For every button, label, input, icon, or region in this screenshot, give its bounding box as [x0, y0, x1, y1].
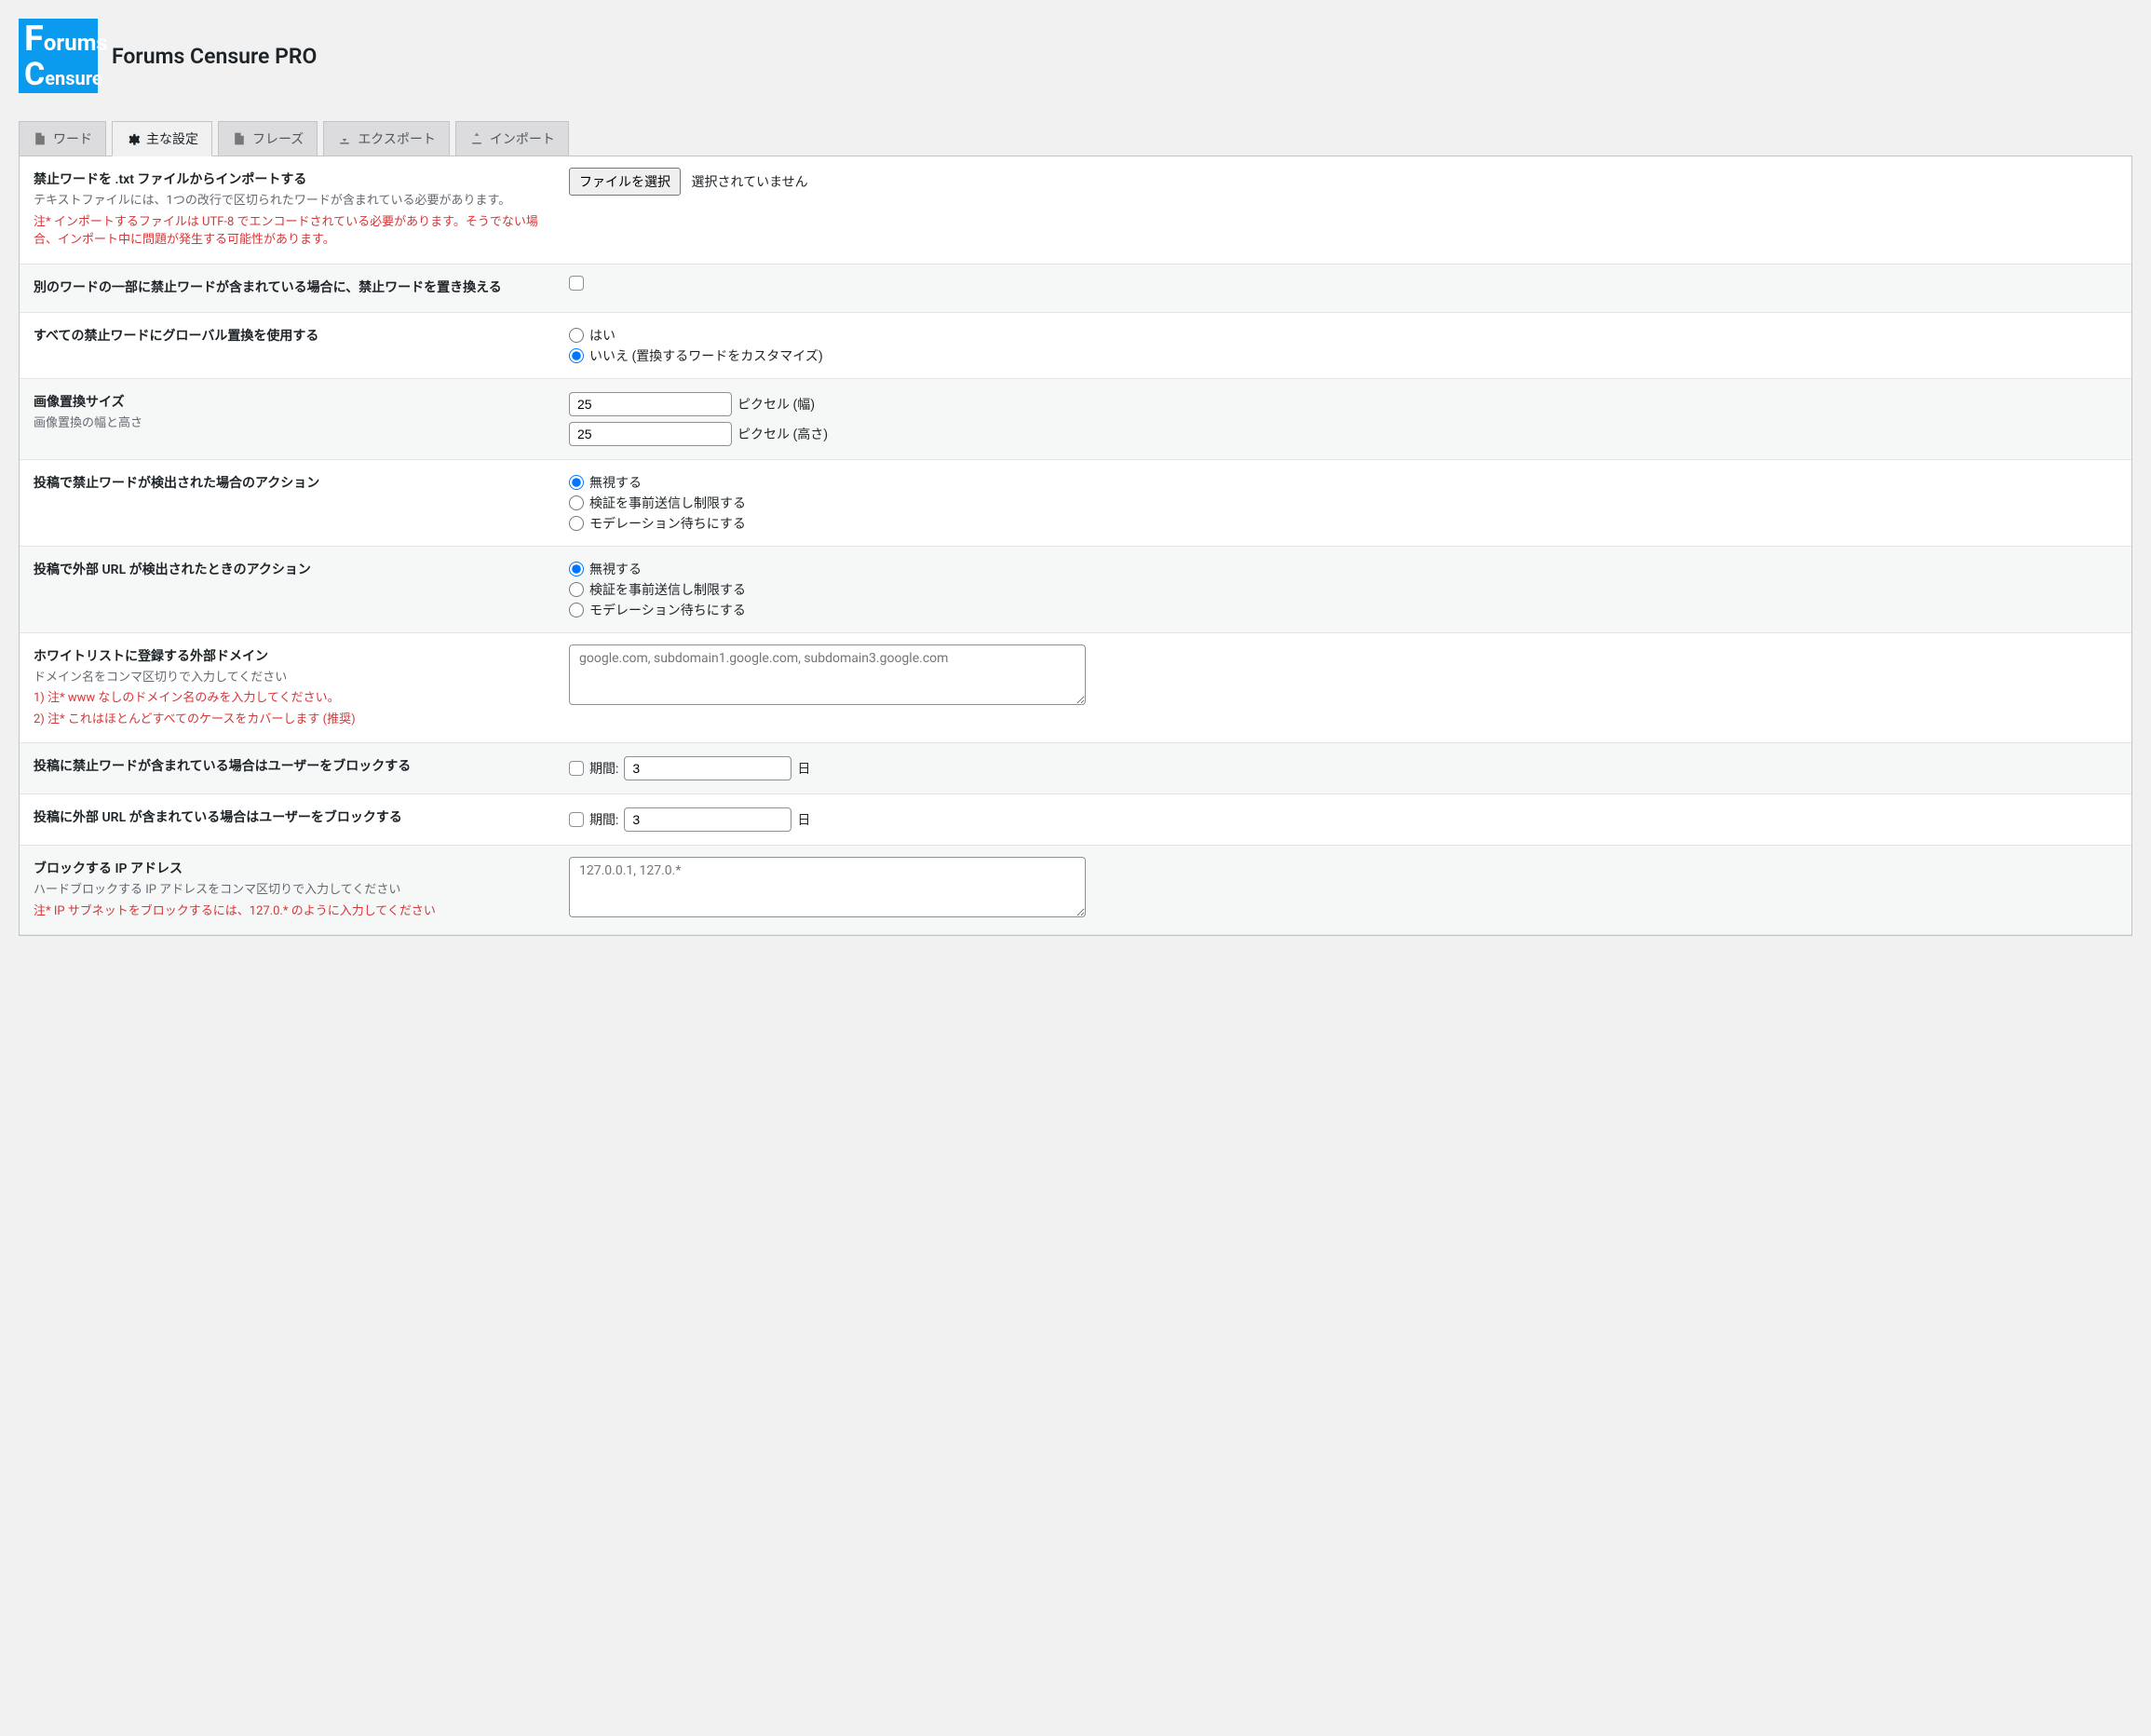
checkbox-block-word[interactable]	[569, 761, 584, 776]
label-whitelist: ホワイトリストに登録する外部ドメイン	[34, 647, 550, 667]
gear-icon	[126, 131, 141, 146]
radio-global-yes[interactable]	[569, 328, 584, 343]
document-icon	[33, 131, 47, 146]
radio-url-ignore[interactable]	[569, 562, 584, 576]
row-block-url-user: 投稿に外部 URL が含まれている場合はユーザーをブロックする 期間: 日	[20, 794, 2131, 846]
row-whitelist: ホワイトリストに登録する外部ドメイン ドメイン名をコンマ区切りで入力してください…	[20, 632, 2131, 743]
label-word-action: 投稿で禁止ワードが検出された場合のアクション	[34, 474, 550, 494]
radio-word-restrict[interactable]	[569, 495, 584, 510]
label-replace-substring: 別のワードの一部に禁止ワードが含まれている場合に、禁止ワードを置き換える	[34, 278, 550, 298]
label-url-action: 投稿で外部 URL が検出されたときのアクション	[34, 561, 550, 580]
row-block-ip: ブロックする IP アドレス ハードブロックする IP アドレスをコンマ区切りで…	[20, 846, 2131, 935]
note-import: 注* インポートするファイルは UTF-8 でエンコードされている必要があります…	[34, 213, 550, 250]
row-import-file: 禁止ワードを .txt ファイルからインポートする テキストファイルには、1つの…	[20, 156, 2131, 264]
row-replace-substring: 別のワードの一部に禁止ワードが含まれている場合に、禁止ワードを置き換える	[20, 264, 2131, 312]
settings-panel: 禁止ワードを .txt ファイルからインポートする テキストファイルには、1つの…	[19, 156, 2132, 936]
tabs: ワード 主な設定 フレーズ エクスポート インポート	[19, 121, 2132, 156]
input-image-height[interactable]	[569, 422, 732, 446]
label-block-url: 投稿に外部 URL が含まれている場合はユーザーをブロックする	[34, 808, 550, 828]
checkbox-replace-substring[interactable]	[569, 276, 584, 291]
tab-words[interactable]: ワード	[19, 121, 106, 156]
note-whitelist-2: 2) 注* これはほとんどすべてのケースをカバーします (推奨)	[34, 711, 550, 729]
label-block-word: 投稿に禁止ワードが含まれている場合はユーザーをブロックする	[34, 757, 550, 777]
label-import: 禁止ワードを .txt ファイルからインポートする	[34, 170, 550, 190]
row-image-size: 画像置換サイズ 画像置換の幅と高さ ピクセル (幅) ピクセル (高さ)	[20, 378, 2131, 459]
row-block-word-user: 投稿に禁止ワードが含まれている場合はユーザーをブロックする 期間: 日	[20, 743, 2131, 794]
choose-file-button[interactable]: ファイルを選択	[569, 168, 681, 196]
radio-global-no[interactable]	[569, 348, 584, 363]
note-whitelist-1: 1) 注* www なしのドメイン名のみを入力してください。	[34, 689, 550, 708]
label-global-replace: すべての禁止ワードにグローバル置換を使用する	[34, 327, 550, 346]
textarea-whitelist[interactable]	[569, 644, 1086, 705]
tab-phrases[interactable]: フレーズ	[218, 121, 318, 156]
note-block-ip: 注* IP サブネットをブロックするには、127.0.* のように入力してくださ…	[34, 902, 550, 921]
checkbox-block-url[interactable]	[569, 812, 584, 827]
radio-url-moderate[interactable]	[569, 603, 584, 617]
row-global-replace: すべての禁止ワードにグローバル置換を使用する はい いいえ (置換するワードをカ…	[20, 312, 2131, 378]
label-image-size: 画像置換サイズ	[34, 393, 550, 413]
desc-whitelist: ドメイン名をコンマ区切りで入力してください	[34, 669, 550, 687]
row-url-action: 投稿で外部 URL が検出されたときのアクション 無視する 検証を事前送信し制限…	[20, 546, 2131, 632]
file-status: 選択されていません	[691, 175, 807, 190]
upload-icon	[469, 131, 484, 146]
desc-block-ip: ハードブロックする IP アドレスをコンマ区切りで入力してください	[34, 881, 550, 900]
tab-export[interactable]: エクスポート	[323, 121, 450, 156]
radio-url-restrict[interactable]	[569, 582, 584, 597]
radio-global-yes-label[interactable]: はい	[569, 326, 2117, 345]
row-word-action: 投稿で禁止ワードが検出された場合のアクション 無視する 検証を事前送信し制限する…	[20, 459, 2131, 546]
label-block-ip: ブロックする IP アドレス	[34, 860, 550, 879]
input-image-width[interactable]	[569, 392, 732, 416]
radio-word-moderate[interactable]	[569, 516, 584, 531]
logo: Forums Censure	[19, 19, 98, 93]
download-icon	[337, 131, 352, 146]
tab-main-settings[interactable]: 主な設定	[112, 121, 212, 156]
desc-import: テキストファイルには、1つの改行で区切られたワードが含まれている必要があります。	[34, 192, 550, 210]
page-header: Forums Censure Forums Censure PRO	[19, 19, 2132, 93]
input-block-url-days[interactable]	[624, 807, 791, 832]
page-title: Forums Censure PRO	[112, 44, 317, 69]
desc-image-size: 画像置換の幅と高さ	[34, 414, 550, 433]
textarea-block-ip[interactable]	[569, 857, 1086, 917]
radio-word-ignore[interactable]	[569, 475, 584, 490]
radio-global-no-label[interactable]: いいえ (置換するワードをカスタマイズ)	[569, 346, 2117, 365]
input-block-word-days[interactable]	[624, 756, 791, 780]
tab-import[interactable]: インポート	[455, 121, 569, 156]
document-icon	[232, 131, 247, 146]
